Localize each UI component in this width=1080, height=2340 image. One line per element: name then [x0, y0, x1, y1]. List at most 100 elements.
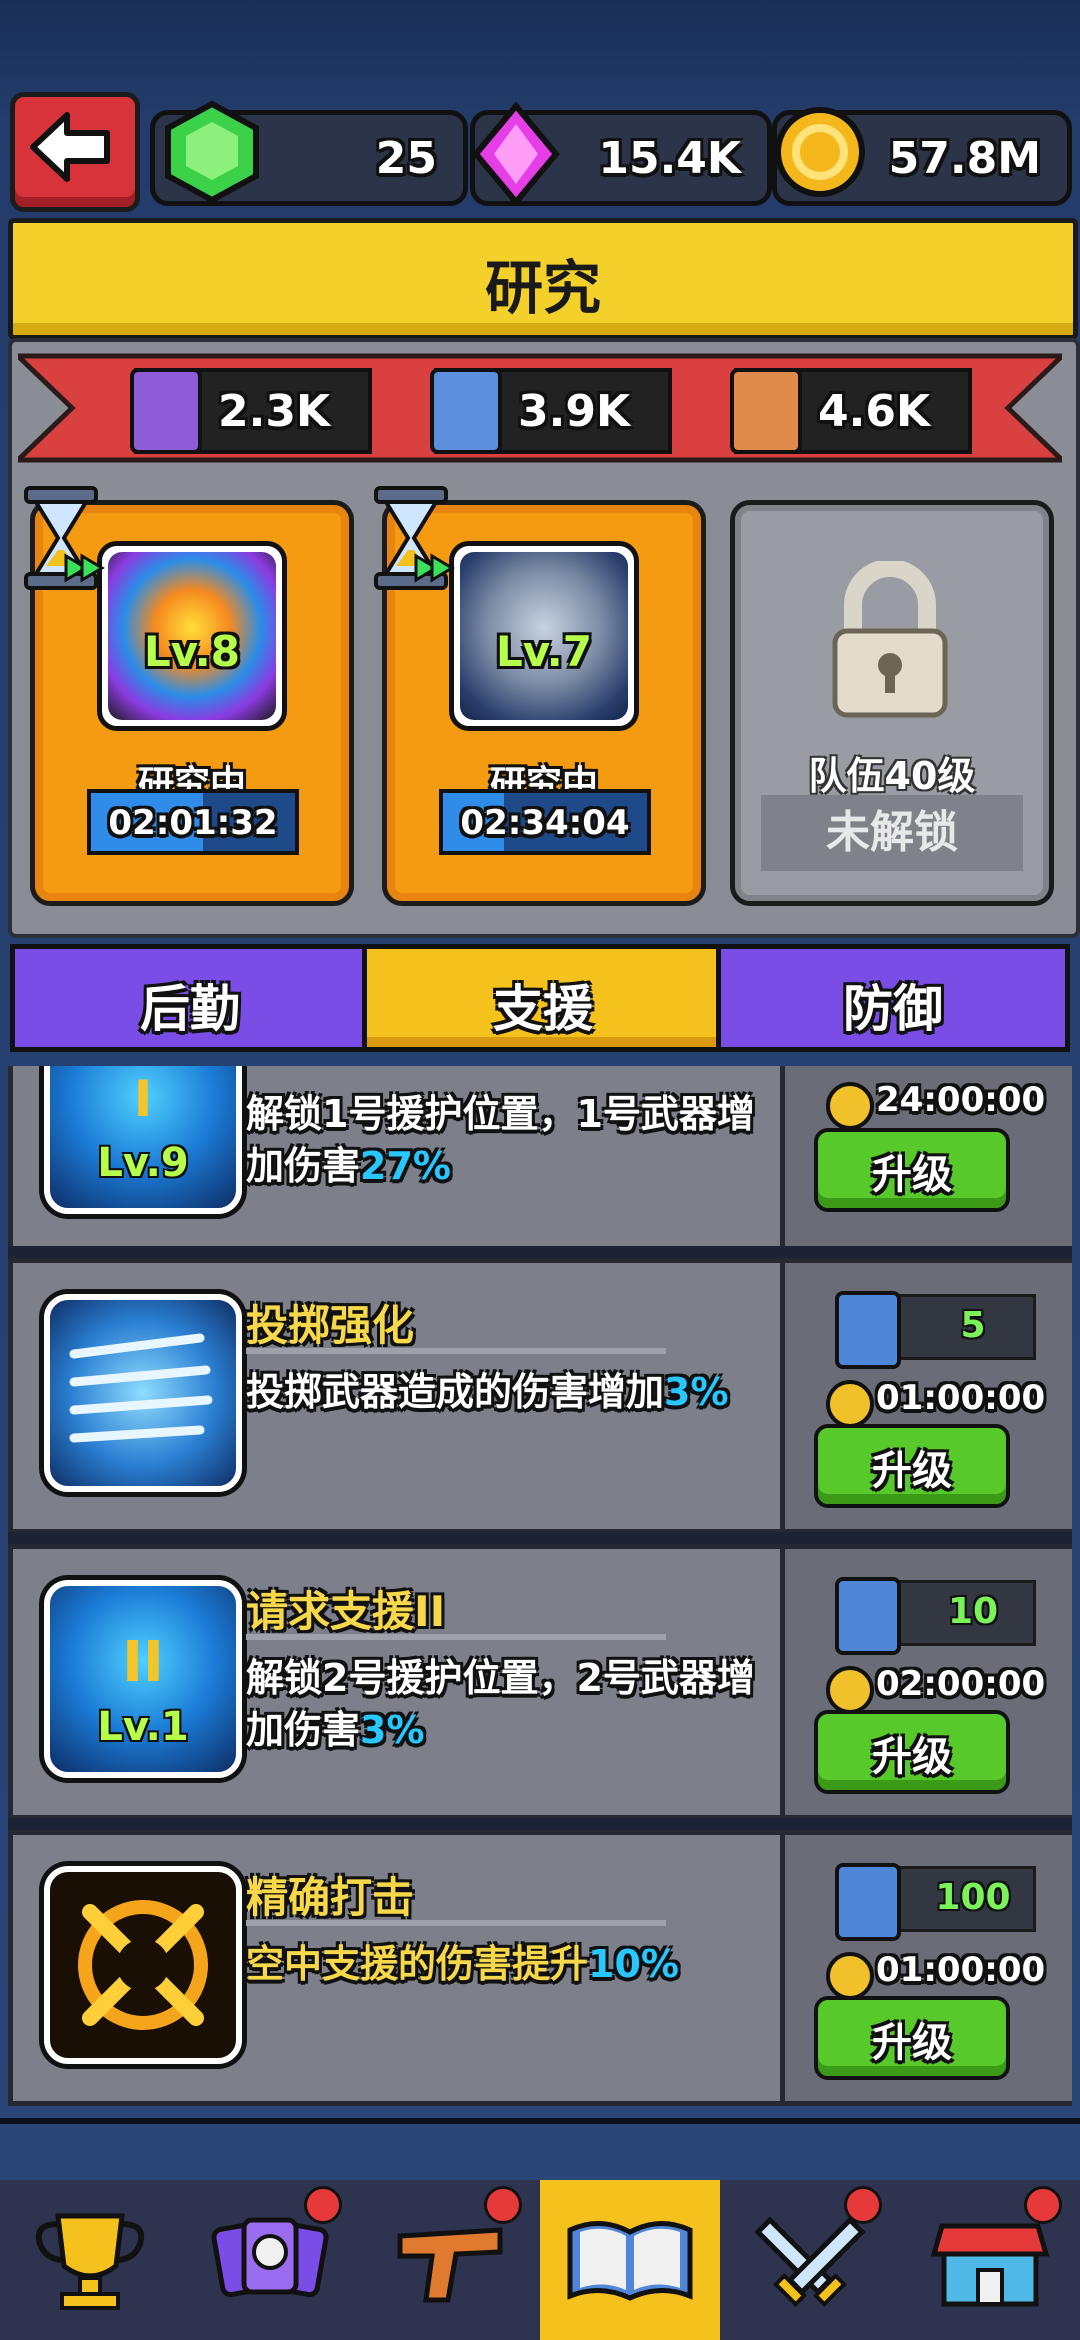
upgrade-label: 升级: [872, 1734, 952, 1780]
stopwatch-icon: [826, 1082, 874, 1130]
list-item[interactable]: 投掷强化 投掷武器造成的伤害增加3% 5 01:00:00 升级: [8, 1258, 1072, 1534]
shield-icon: I Lv.9: [44, 1066, 242, 1214]
orange-book-icon: [730, 368, 802, 454]
timer-text: 02:34:04: [460, 803, 630, 843]
back-arrow-icon: [30, 112, 110, 182]
stopwatch-icon: [826, 1952, 874, 2000]
tab-defense[interactable]: 防御: [716, 944, 1070, 1052]
page-title: 研究: [484, 254, 601, 322]
list-item[interactable]: II Lv.1 请求支援II 解锁2号援护位置，2号武器增加伤害3% 10 02…: [8, 1544, 1072, 1820]
notification-dot: [844, 2186, 882, 2224]
stopwatch-icon: [826, 1666, 874, 1714]
list-item[interactable]: 精确打击 空中支援的伤害提升10% 100 01:00:00 升级: [8, 1830, 1072, 2106]
title-underline: [246, 1348, 666, 1354]
item-level: Lv.9: [97, 1140, 189, 1186]
nav-shop[interactable]: [900, 2180, 1080, 2340]
item-time: 24:00:00: [876, 1080, 1046, 1120]
stopwatch-icon: [826, 1380, 874, 1428]
category-tabs: 后勤 支援 防御: [10, 944, 1070, 1052]
item-title: 精确打击: [246, 1873, 415, 1922]
item-time: 01:00:00: [876, 1378, 1046, 1418]
nav-trophy[interactable]: [0, 2180, 184, 2340]
research-level: Lv.8: [144, 627, 240, 676]
research-slot-locked[interactable]: 队伍40级 未解锁: [730, 500, 1054, 906]
blue-book-counter: 3.9K: [430, 368, 672, 454]
item-level: Lv.1: [97, 1704, 189, 1750]
trophy-icon: [35, 2213, 145, 2310]
nav-heroes[interactable]: [180, 2180, 364, 2340]
upgrade-button[interactable]: 升级: [814, 1996, 1010, 2080]
research-level: Lv.7: [496, 627, 592, 676]
divider: [8, 1246, 1072, 1258]
coin-count: 57.8M: [888, 133, 1041, 184]
divider: [8, 1532, 1072, 1544]
purple-book-icon: [130, 368, 202, 454]
back-button[interactable]: [10, 92, 140, 212]
notification-dot: [304, 2186, 342, 2224]
tab-logistics[interactable]: 后勤: [10, 944, 370, 1052]
blue-book-count: 3.9K: [518, 386, 631, 437]
title-underline: [246, 1634, 666, 1640]
precision-strike-icon: [44, 1866, 242, 2064]
purple-book-count: 2.3K: [218, 386, 331, 437]
research-timer: 02:01:32: [87, 789, 299, 855]
blue-book-icon: [835, 1291, 901, 1369]
tab-label: 后勤: [140, 980, 240, 1038]
title-bar: 研究: [8, 218, 1078, 340]
item-title: 请求支援II: [246, 1587, 446, 1636]
unlock-requirement: 队伍40级: [808, 754, 976, 798]
list-bottom-edge: [0, 2118, 1080, 2124]
gold-coin-icon: [775, 107, 865, 197]
hourglass-icon: [374, 486, 455, 590]
item-description: 解锁2号援护位置，2号武器增加伤害3%: [246, 1656, 755, 1752]
upgrade-label: 升级: [872, 1448, 952, 1494]
blue-book-icon: [835, 1863, 901, 1941]
tab-support[interactable]: 支援: [362, 944, 724, 1052]
nav-battle[interactable]: [720, 2180, 904, 2340]
item-time: 02:00:00: [876, 1664, 1046, 1704]
bottom-nav: [0, 2180, 1080, 2340]
list-item[interactable]: I Lv.9 解锁1号援护位置，1号武器增加伤害27% 24:00:00 升级: [8, 1066, 1072, 1256]
padlock-icon: [832, 561, 948, 718]
roman-numeral: I: [133, 1070, 153, 1128]
title-underline: [246, 1920, 666, 1926]
hourglass-icon: [24, 486, 105, 590]
nav-weapons[interactable]: [360, 2180, 544, 2340]
green-gem-icon: [165, 100, 259, 204]
item-cost: 5: [835, 1291, 1036, 1369]
pink-crystal-icon: [472, 102, 560, 206]
tab-label: 防御: [843, 980, 943, 1038]
upgrade-button[interactable]: 升级: [814, 1710, 1010, 1794]
orange-book-count: 4.6K: [818, 386, 931, 437]
divider: [8, 1818, 1072, 1830]
item-description: 投掷武器造成的伤害增加3%: [246, 1370, 729, 1414]
blue-book-icon: [835, 1577, 901, 1655]
notification-dot: [484, 2186, 522, 2224]
cost-value: 5: [960, 1305, 986, 1346]
item-cost: 10: [835, 1577, 1036, 1655]
upgrade-label: 升级: [872, 1152, 952, 1198]
item-title: 投掷强化: [246, 1301, 415, 1350]
item-cost: 100: [835, 1863, 1036, 1941]
notification-dot: [1024, 2186, 1062, 2224]
item-description: 空中支援的伤害提升10%: [246, 1942, 679, 1986]
item-time: 01:00:00: [876, 1950, 1046, 1990]
locked-label: 未解锁: [761, 795, 1023, 871]
research-book-icon: [567, 2220, 693, 2301]
research-list: I Lv.9 解锁1号援护位置，1号武器增加伤害27% 24:00:00 升级 …: [8, 1066, 1072, 2114]
blue-book-icon: [430, 368, 502, 454]
tab-label: 支援: [493, 980, 593, 1038]
cost-value: 100: [935, 1877, 1011, 1918]
upgrade-button[interactable]: 升级: [814, 1424, 1010, 1508]
purple-book-counter: 2.3K: [130, 368, 372, 454]
item-description: 解锁1号援护位置，1号武器增加伤害27%: [246, 1092, 755, 1188]
roman-numeral: II: [122, 1630, 164, 1695]
nav-research[interactable]: [540, 2180, 724, 2340]
crystal-count: 15.4K: [598, 133, 741, 184]
throwing-knives-icon: [44, 1294, 242, 1492]
shield-icon: II Lv.1: [44, 1580, 242, 1778]
upgrade-button[interactable]: 升级: [814, 1128, 1010, 1212]
cost-value: 10: [947, 1591, 999, 1632]
orange-book-counter: 4.6K: [730, 368, 972, 454]
gem-count: 25: [375, 133, 437, 184]
